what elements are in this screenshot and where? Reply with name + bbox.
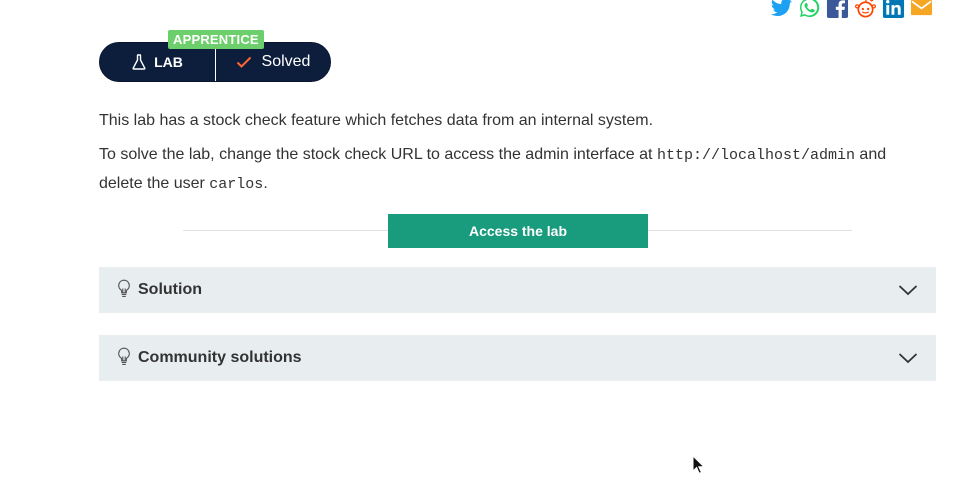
solved-label: Solved [261,53,311,70]
community-solutions-panel-header[interactable]: Community solutions [99,335,936,381]
lab-status-widget: APPRENTICE LAB Solved [99,30,331,82]
username-code: carlos [209,176,264,193]
lightbulb-icon [118,279,130,297]
twitter-icon[interactable] [770,0,793,19]
solution-panel-header[interactable]: Solution [99,267,936,313]
mouse-cursor-icon [692,455,706,474]
whatsapp-icon[interactable] [798,0,821,19]
facebook-icon[interactable] [826,0,849,19]
access-lab-button[interactable]: Access the lab [388,214,648,248]
linkedin-icon[interactable] [882,0,905,19]
lab-description: This lab has a stock check feature which… [99,107,929,205]
chevron-down-icon [898,353,918,364]
chevron-down-icon [898,285,918,296]
description-paragraph-1: This lab has a stock check feature which… [99,112,654,129]
description-text: To solve the lab, change the stock check… [99,146,657,163]
reddit-icon[interactable] [854,0,877,19]
community-solutions-title: Community solutions [138,349,302,366]
description-text: . [263,175,268,192]
checkmark-icon [236,56,251,68]
lab-label: LAB [154,54,183,70]
level-badge: APPRENTICE [168,30,264,49]
access-lab-row: Access the lab [183,214,852,248]
flask-icon [132,54,146,70]
solution-title: Solution [138,281,202,298]
lightbulb-icon [118,347,130,365]
email-icon[interactable] [910,0,933,19]
admin-url-code: http://localhost/admin [656,147,855,164]
description-paragraph-2: To solve the lab, change the stock check… [99,141,929,199]
share-bar [770,0,933,19]
